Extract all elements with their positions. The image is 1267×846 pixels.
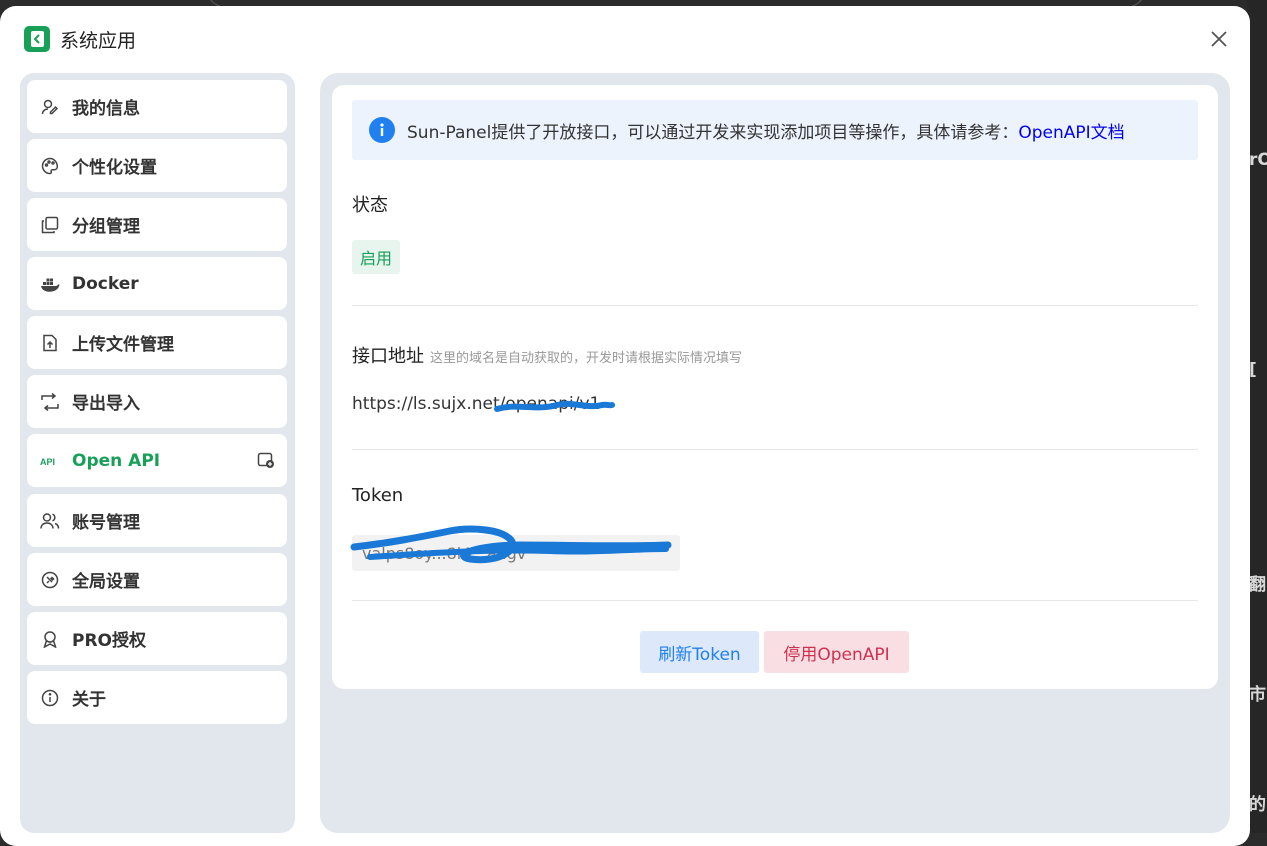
info-icon bbox=[40, 688, 60, 708]
status-label: 状态 bbox=[352, 195, 388, 216]
sidebar-item-open-api[interactable]: API Open API bbox=[27, 434, 287, 487]
system-apps-modal: 系统应用 我的信息 个性化设置 分组管理 Docker 上传文件管理 导出导入 … bbox=[0, 6, 1250, 846]
modal-header: 系统应用 bbox=[24, 26, 136, 52]
import-export-icon bbox=[40, 392, 60, 412]
user-edit-icon bbox=[40, 97, 60, 117]
modal-title: 系统应用 bbox=[60, 29, 137, 52]
sidebar-item-global-settings[interactable]: 全局设置 bbox=[27, 553, 287, 606]
sidebar-item-label: 个性化设置 bbox=[72, 158, 157, 178]
api-icon: API bbox=[40, 451, 60, 471]
background-text: 翻 bbox=[1249, 575, 1266, 595]
sidebar-item-upload-files[interactable]: 上传文件管理 bbox=[27, 316, 287, 369]
sidebar-item-label: 关于 bbox=[72, 690, 106, 710]
sidebar-item-pro-license[interactable]: PRO授权 bbox=[27, 612, 287, 665]
sidebar-item-import-export[interactable]: 导出导入 bbox=[27, 375, 287, 428]
sidebar-item-label: 上传文件管理 bbox=[72, 335, 174, 355]
background-text: 的 bbox=[1249, 795, 1266, 815]
divider bbox=[352, 600, 1198, 601]
sidebar-item-personalization[interactable]: 个性化设置 bbox=[27, 139, 287, 192]
disable-openapi-button[interactable]: 停用OpenAPI bbox=[764, 631, 909, 673]
sidebar-item-label: PRO授权 bbox=[72, 631, 147, 651]
info-alert: Sun-Panel提供了开放接口，可以通过开发来实现添加项目等操作，具体请参考：… bbox=[352, 100, 1198, 160]
close-button[interactable] bbox=[1208, 28, 1230, 50]
token-value: valps8oy...8i4...angv bbox=[362, 543, 527, 563]
sidebar-item-group-management[interactable]: 分组管理 bbox=[27, 198, 287, 251]
background-page: rO [ 翻 市 的 bbox=[1247, 0, 1267, 833]
info-circle-icon bbox=[369, 117, 395, 143]
open-window-icon[interactable] bbox=[257, 451, 275, 469]
sidebar-item-label: 我的信息 bbox=[72, 99, 140, 119]
close-icon bbox=[1211, 31, 1227, 47]
background-text: 市 bbox=[1249, 685, 1266, 705]
open-api-card: Sun-Panel提供了开放接口，可以通过开发来实现添加项目等操作，具体请参考：… bbox=[332, 85, 1218, 689]
endpoint-hint: 这里的域名是自动获取的，开发时请根据实际情况填写 bbox=[430, 351, 743, 366]
status-badge: 启用 bbox=[352, 240, 401, 274]
sidebar-item-label: 分组管理 bbox=[72, 217, 140, 237]
sidebar-item-account-management[interactable]: 账号管理 bbox=[27, 494, 287, 547]
openapi-docs-link[interactable]: OpenAPI文档 bbox=[1018, 118, 1124, 143]
sidebar-item-label: 账号管理 bbox=[72, 513, 140, 533]
open-api-panel: Sun-Panel提供了开放接口，可以通过开发来实现添加项目等操作，具体请参考：… bbox=[320, 73, 1230, 833]
refresh-token-button[interactable]: 刷新Token bbox=[640, 631, 759, 673]
token-label: Token bbox=[352, 485, 404, 506]
svg-text:API: API bbox=[40, 457, 55, 467]
token-value-field: valps8oy...8i4...angv bbox=[352, 535, 680, 571]
sidebar-item-my-info[interactable]: 我的信息 bbox=[27, 80, 287, 133]
award-icon bbox=[40, 629, 60, 649]
sidebar-item-label: 全局设置 bbox=[72, 572, 140, 592]
background-text: rO bbox=[1249, 150, 1267, 170]
users-icon bbox=[40, 511, 60, 531]
endpoint-label-text: 接口地址 bbox=[352, 346, 424, 367]
divider bbox=[352, 449, 1198, 450]
settings-icon bbox=[40, 570, 60, 590]
settings-sidebar: 我的信息 个性化设置 分组管理 Docker 上传文件管理 导出导入 API O… bbox=[20, 73, 295, 833]
background-text: [ bbox=[1249, 360, 1257, 380]
sidebar-item-about[interactable]: 关于 bbox=[27, 671, 287, 724]
copy-icon bbox=[40, 215, 60, 235]
sidebar-item-label: 导出导入 bbox=[72, 394, 140, 414]
sidebar-item-label: Docker bbox=[72, 273, 139, 294]
palette-icon bbox=[40, 156, 60, 176]
docker-icon bbox=[40, 274, 60, 294]
file-upload-icon bbox=[40, 333, 60, 353]
divider bbox=[352, 305, 1198, 306]
alert-text: Sun-Panel提供了开放接口，可以通过开发来实现添加项目等操作，具体请参考： bbox=[407, 122, 1019, 143]
endpoint-label: 接口地址 这里的域名是自动获取的，开发时请根据实际情况填写 bbox=[352, 342, 742, 368]
endpoint-url: https://ls.sujx.net/openapi/v1 bbox=[352, 394, 601, 414]
sidebar-item-label: Open API bbox=[72, 450, 161, 471]
sidebar-item-docker[interactable]: Docker bbox=[27, 257, 287, 310]
app-logo-icon bbox=[24, 26, 50, 52]
